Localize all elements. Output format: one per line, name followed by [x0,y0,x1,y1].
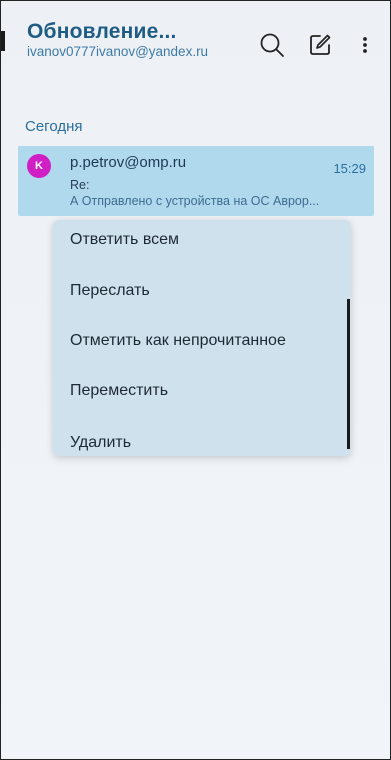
search-icon[interactable] [258,31,286,59]
mail-preview: А Отправлено с устройства на ОС Аврор... [70,194,320,208]
menu-item-move[interactable]: Переместить [70,382,168,400]
mail-time: 15:29 [333,161,366,176]
compose-icon[interactable] [306,31,334,59]
menu-item-mark-unread[interactable]: Отметить как непрочитанное [70,332,286,350]
focus-indicator [1,31,5,51]
more-vertical-icon[interactable] [355,31,375,59]
avatar-letter: K [35,160,43,172]
menu-item-forward[interactable]: Переслать [70,282,150,300]
account-email: ivanov0777ivanov@yandex.ru [27,44,209,59]
menu-item-reply-all[interactable]: Ответить всем [70,231,179,249]
mail-list-item[interactable]: K p.petrov@omp.ru 15:29 Re: А Отправлено… [18,146,374,216]
menu-scrollbar[interactable] [347,299,350,449]
menu-item-delete[interactable]: Удалить [70,434,131,452]
mail-subject: Re: [70,178,90,192]
date-section-label: Сегодня [25,118,83,135]
context-menu: Ответить всем Переслать Отметить как неп… [53,220,351,456]
avatar: K [27,154,51,178]
mail-sender: p.petrov@omp.ru [70,154,187,171]
header-title: Обновление... [27,20,177,43]
mail-screen: Обновление... ivanov0777ivanov@yandex.ru… [0,0,391,760]
